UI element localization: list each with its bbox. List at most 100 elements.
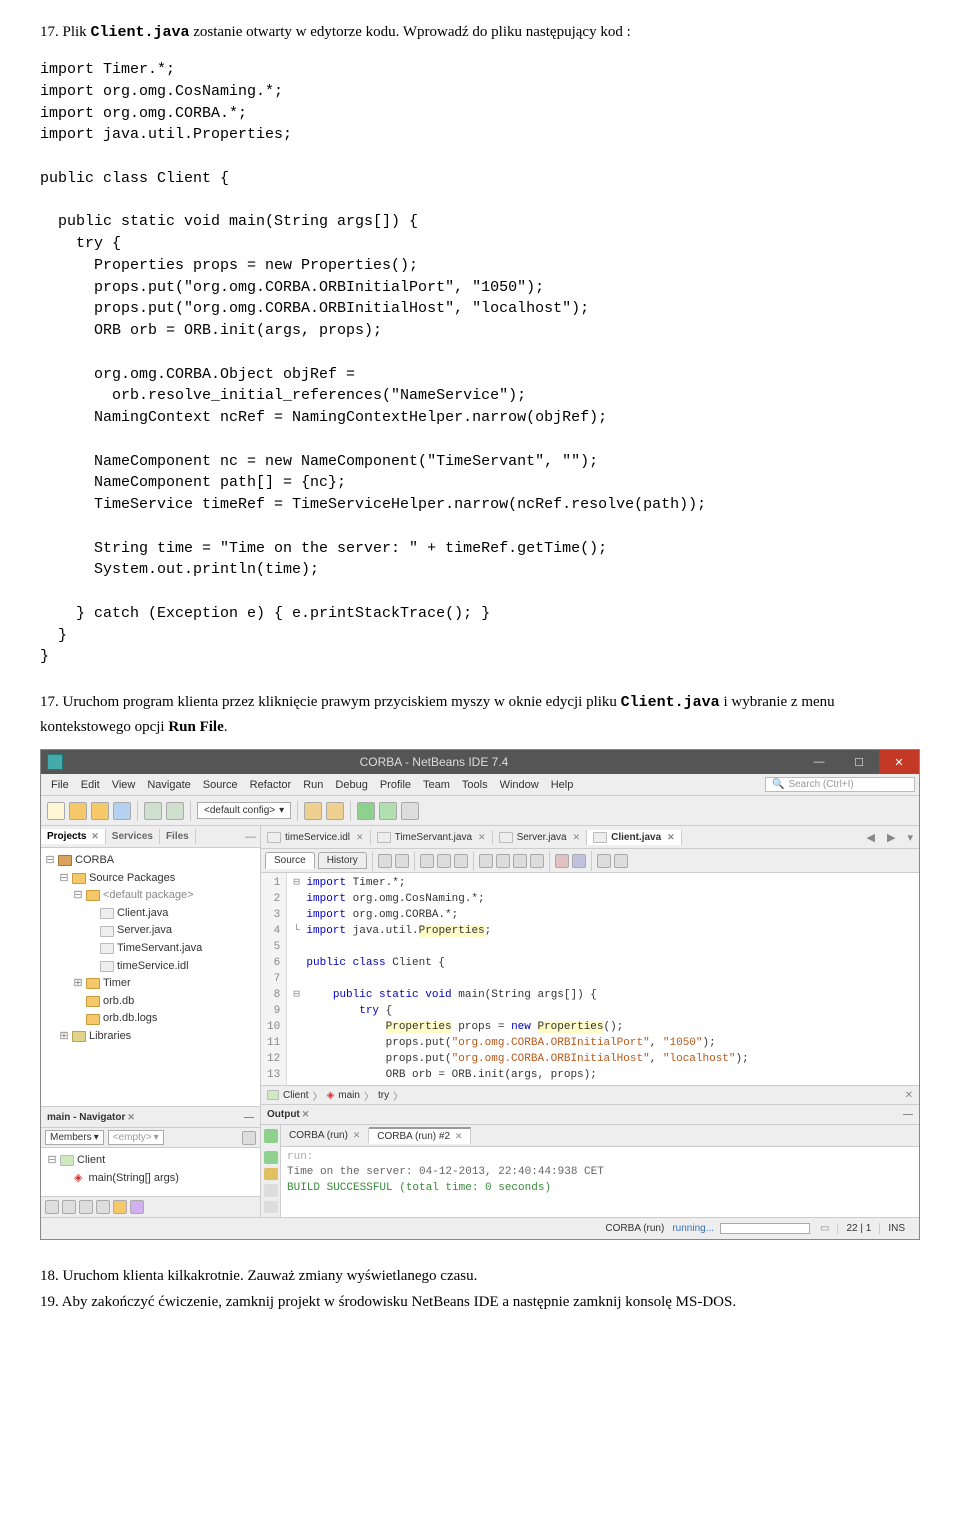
expander-icon[interactable]: ⊟	[45, 852, 55, 870]
editor-toolbar-icon[interactable]	[420, 854, 434, 868]
menu-window[interactable]: Window	[494, 779, 545, 791]
menu-team[interactable]: Team	[417, 779, 456, 791]
filter-icon[interactable]	[79, 1200, 93, 1214]
breadcrumb-item[interactable]: main	[338, 1090, 360, 1101]
nav-options-icon[interactable]	[242, 1131, 256, 1145]
tab-services[interactable]: Services	[106, 829, 160, 844]
tab-files[interactable]: Files	[160, 829, 196, 844]
tree-node[interactable]: <default package>	[103, 887, 194, 905]
tab-scroll-right-icon[interactable]: ▶	[881, 831, 901, 844]
nav-filter-selector[interactable]: <empty> ▾	[108, 1130, 164, 1145]
close-icon[interactable]: ✕	[91, 831, 99, 841]
output-text[interactable]: run: Time on the server: 04-12-2013, 22:…	[281, 1147, 919, 1217]
expander-icon[interactable]: ⊟	[47, 1152, 57, 1170]
tree-node[interactable]: Client	[77, 1152, 105, 1170]
breadcrumb-item[interactable]: Client	[283, 1090, 309, 1101]
menu-tools[interactable]: Tools	[456, 779, 494, 791]
expander-icon[interactable]: ⊟	[59, 870, 69, 888]
run-icon[interactable]	[357, 802, 375, 820]
filter-icon[interactable]	[62, 1200, 76, 1214]
new-project-icon[interactable]	[69, 802, 87, 820]
filter-icon[interactable]	[113, 1200, 127, 1214]
open-icon[interactable]	[91, 802, 109, 820]
output-option-icon[interactable]	[264, 1184, 278, 1197]
editor-toolbar-icon[interactable]	[530, 854, 544, 868]
output-tab-1[interactable]: CORBA (run) ✕	[281, 1128, 369, 1143]
tab-projects[interactable]: Projects ✕	[41, 829, 106, 844]
close-icon[interactable]: ✕	[478, 832, 486, 843]
expander-icon[interactable]: ⊟	[73, 887, 83, 905]
search-input[interactable]: 🔍 Search (Ctrl+I)	[765, 777, 915, 792]
editor-toolbar-icon[interactable]	[454, 854, 468, 868]
close-icon[interactable]: ✕	[455, 1131, 463, 1141]
close-icon[interactable]: ✕	[667, 832, 675, 843]
editor-toolbar-icon[interactable]	[513, 854, 527, 868]
stop-icon[interactable]	[264, 1168, 278, 1181]
tree-node[interactable]: CORBA	[75, 852, 114, 870]
subtab-history[interactable]: History	[318, 852, 367, 869]
build-icon[interactable]	[304, 802, 322, 820]
clean-build-icon[interactable]	[326, 802, 344, 820]
profile-icon[interactable]	[401, 802, 419, 820]
tree-node[interactable]: timeService.idl	[117, 958, 189, 976]
output-option-icon[interactable]	[264, 1201, 278, 1214]
redo-icon[interactable]	[166, 802, 184, 820]
close-icon[interactable]: ✕	[356, 832, 364, 843]
menu-file[interactable]: File	[45, 779, 75, 791]
filter-icon[interactable]	[96, 1200, 110, 1214]
tab-timeservant[interactable]: TimeServant.java✕	[371, 830, 493, 845]
editor-toolbar-icon[interactable]	[496, 854, 510, 868]
menu-navigate[interactable]: Navigate	[141, 779, 196, 791]
minimize-panel-icon[interactable]: —	[903, 1109, 913, 1120]
close-icon[interactable]: ✕	[127, 1112, 135, 1123]
output-tab-2[interactable]: CORBA (run) #2 ✕	[369, 1127, 471, 1144]
tree-node[interactable]: Timer	[103, 975, 131, 993]
menu-view[interactable]: View	[106, 779, 142, 791]
close-icon[interactable]: ✕	[905, 1090, 913, 1101]
close-button[interactable]: ✕	[879, 750, 919, 774]
close-icon[interactable]: ✕	[353, 1130, 361, 1140]
editor-toolbar-icon[interactable]	[479, 854, 493, 868]
tab-client[interactable]: Client.java✕	[587, 830, 682, 845]
menu-help[interactable]: Help	[545, 779, 580, 791]
maximize-button[interactable]: ☐	[839, 750, 879, 774]
tree-node[interactable]: Client.java	[117, 905, 168, 923]
tree-node[interactable]: Source Packages	[89, 870, 175, 888]
tree-node[interactable]: orb.db	[103, 993, 134, 1011]
editor-toolbar-icon[interactable]	[597, 854, 611, 868]
filter-icon[interactable]	[130, 1200, 144, 1214]
editor-toolbar-icon[interactable]	[378, 854, 392, 868]
editor-toolbar-icon[interactable]	[437, 854, 451, 868]
editor-toolbar-icon[interactable]	[555, 854, 569, 868]
undo-icon[interactable]	[144, 802, 162, 820]
subtab-source[interactable]: Source	[265, 852, 315, 869]
editor-toolbar-icon[interactable]	[395, 854, 409, 868]
tab-scroll-left-icon[interactable]: ◀	[861, 831, 881, 844]
editor-toolbar-icon[interactable]	[572, 854, 586, 868]
menu-edit[interactable]: Edit	[75, 779, 106, 791]
tree-node[interactable]: Server.java	[117, 922, 172, 940]
tab-timeservice[interactable]: timeService.idl✕	[261, 830, 371, 845]
menu-debug[interactable]: Debug	[329, 779, 373, 791]
close-icon[interactable]: ✕	[302, 1109, 310, 1120]
menu-profile[interactable]: Profile	[374, 779, 417, 791]
expander-icon[interactable]: ⊞	[59, 1028, 69, 1046]
breadcrumb-item[interactable]: try	[378, 1090, 389, 1101]
close-icon[interactable]: ✕	[573, 832, 581, 843]
tree-node[interactable]: orb.db.logs	[103, 1010, 157, 1028]
minimize-panel-icon[interactable]: —	[244, 1112, 254, 1123]
menu-refactor[interactable]: Refactor	[244, 779, 298, 791]
debug-icon[interactable]	[379, 802, 397, 820]
editor-toolbar-icon[interactable]	[614, 854, 628, 868]
minimize-panel-icon[interactable]: —	[241, 831, 260, 843]
save-all-icon[interactable]	[113, 802, 131, 820]
expander-icon[interactable]: ⊞	[73, 975, 83, 993]
nav-view-selector[interactable]: Members ▾	[45, 1130, 104, 1145]
menu-source[interactable]: Source	[197, 779, 244, 791]
menu-run[interactable]: Run	[297, 779, 329, 791]
tree-node[interactable]: main(String[] args)	[88, 1170, 178, 1188]
code-editor[interactable]: 1234567 8910111213 ⊟ import import Timer…	[261, 873, 919, 1085]
tree-node[interactable]: Libraries	[89, 1028, 131, 1046]
new-file-icon[interactable]	[47, 802, 65, 820]
rerun-icon[interactable]	[264, 1151, 278, 1164]
